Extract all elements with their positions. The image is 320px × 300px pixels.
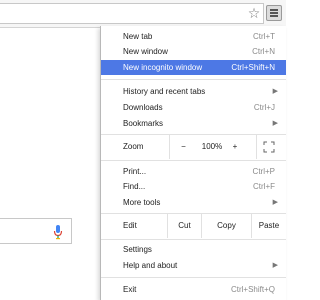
zoom-in-button[interactable]: + [227, 135, 243, 159]
copy-button[interactable]: Copy [201, 214, 251, 238]
edit-row: Edit Cut Copy Paste [101, 214, 286, 238]
submenu-arrow-icon: ▶ [272, 88, 278, 95]
zoom-out-button[interactable]: − [169, 135, 197, 159]
menu-item-new-incognito-window[interactable]: New incognito window Ctrl+Shift+N [101, 60, 286, 75]
submenu-arrow-icon: ▶ [272, 199, 278, 206]
menu-item-new-window[interactable]: New window Ctrl+N [101, 44, 286, 59]
fullscreen-icon[interactable] [256, 135, 281, 159]
menu-item-bookmarks[interactable]: Bookmarks ▶ [101, 116, 286, 131]
paste-button[interactable]: Paste [251, 214, 286, 238]
menu-item-new-tab[interactable]: New tab Ctrl+T [101, 29, 286, 44]
menu-item-help-and-about[interactable]: Help and about ▶ [101, 258, 286, 273]
browser-toolbar: ☆ [0, 0, 286, 28]
zoom-level: 100% [201, 142, 223, 151]
cut-button[interactable]: Cut [167, 214, 201, 238]
menu-item-settings[interactable]: Settings [101, 242, 286, 257]
menu-separator [101, 277, 286, 278]
menu-item-exit[interactable]: Exit Ctrl+Shift+Q [101, 282, 286, 297]
submenu-arrow-icon: ▶ [272, 262, 278, 269]
chrome-menu-button[interactable] [266, 5, 282, 21]
menu-item-find[interactable]: Find... Ctrl+F [101, 179, 286, 194]
menu-separator [101, 79, 286, 80]
menu-item-downloads[interactable]: Downloads Ctrl+J [101, 100, 286, 115]
zoom-row: Zoom − 100% + [101, 135, 286, 159]
bookmark-star-icon[interactable]: ☆ [246, 4, 262, 22]
menu-item-more-tools[interactable]: More tools ▶ [101, 195, 286, 210]
menu-item-print[interactable]: Print... Ctrl+P [101, 164, 286, 179]
chrome-menu: New tab Ctrl+T New window Ctrl+N New inc… [100, 26, 286, 300]
microphone-icon[interactable] [53, 224, 63, 240]
menu-separator [101, 160, 286, 161]
submenu-arrow-icon: ▶ [272, 120, 278, 127]
address-bar[interactable] [0, 3, 264, 24]
menu-item-history[interactable]: History and recent tabs ▶ [101, 84, 286, 99]
menu-separator [101, 239, 286, 240]
